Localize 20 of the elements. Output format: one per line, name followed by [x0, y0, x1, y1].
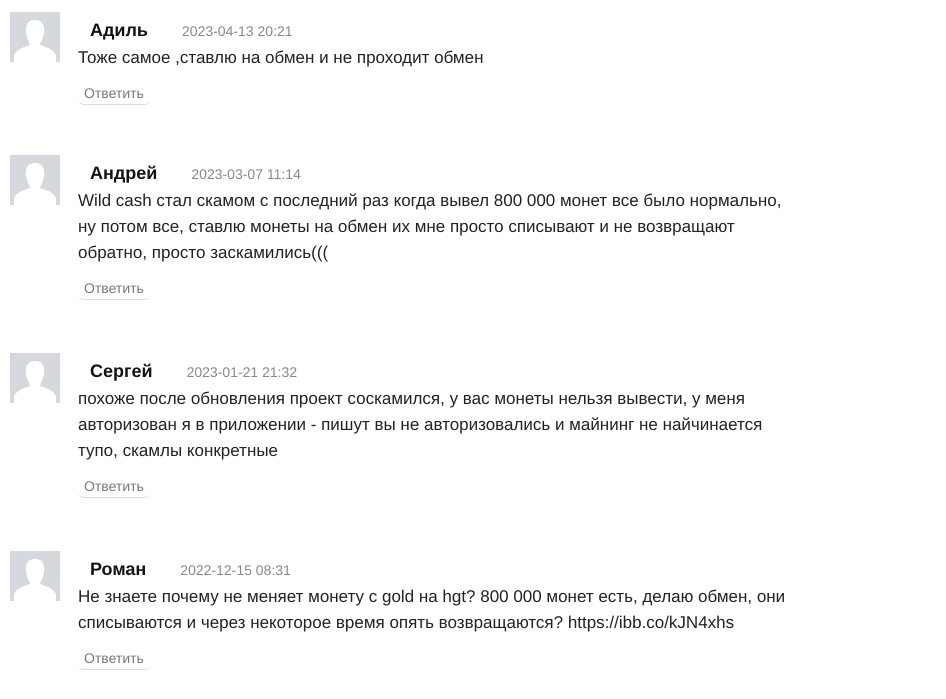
avatar-icon [10, 551, 60, 601]
reply-button[interactable]: Ответить [78, 83, 150, 105]
comment-date: 2023-01-21 21:32 [186, 364, 298, 380]
author-name: Сергей [90, 361, 153, 382]
avatar-icon [10, 12, 60, 62]
author-name: Андрей [90, 163, 158, 184]
comment-date: 2022-12-15 08:31 [180, 562, 291, 578]
comment-text: Не знаете почему не меняет монету с gold на hgt? 800 000 монет есть, делаю обмен, они списываются и через некоторое время опять возвращаются? https://ibb.co/kJN4xhs [78, 586, 786, 634]
comment-date: 2023-04-13 20:21 [182, 23, 293, 39]
reply-button[interactable]: Ответить [78, 278, 150, 300]
avatar-icon [10, 353, 60, 403]
author-name: Адиль [90, 20, 148, 41]
comment-text: Wild cash стал скамом с последний раз когда вывел 800 000 монет все было нормально, ну потом все, ставлю монеты на обмен их мне просто списывают и не возвращают обратно, просто заскамились((( [78, 190, 782, 264]
avatar-icon [10, 155, 60, 205]
author-name: Роман [90, 559, 146, 580]
comment-date: 2023-03-07 11:14 [191, 166, 301, 182]
reply-button[interactable]: Ответить [78, 648, 150, 670]
comment-text: похоже после обновления проект соскамился, у вас монеты нельзя вывести, у меня авторизован я в приложении - пишут вы не авторизовались и майнинг не найчинается тупо, скамлы конкретные [78, 388, 762, 462]
reply-button[interactable]: Ответить [78, 476, 150, 498]
comment-text: Тоже самое ,ставлю на обмен и не проходит обмен [78, 47, 484, 69]
